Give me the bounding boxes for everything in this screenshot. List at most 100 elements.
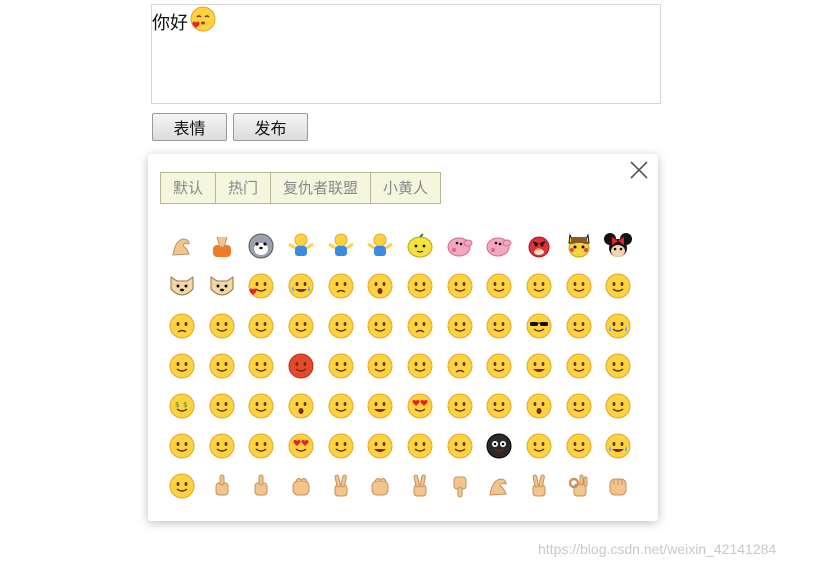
emoji-item[interactable] [281,426,321,466]
emoji-item[interactable] [559,266,599,306]
emoji-item[interactable] [480,266,520,306]
emoji-item[interactable] [281,226,321,266]
emoji-item[interactable] [480,386,520,426]
emoji-item[interactable] [519,346,559,386]
emoji-item[interactable] [360,226,400,266]
close-icon[interactable] [628,159,650,181]
emoji-item[interactable] [202,226,242,266]
emoji-item[interactable] [400,466,440,506]
emoji-item[interactable] [360,466,400,506]
emoji-item[interactable] [480,346,520,386]
emoji-item[interactable] [559,426,599,466]
emoji-item[interactable] [599,226,639,266]
emoji-item[interactable] [241,426,281,466]
emoji-item[interactable] [360,426,400,466]
emoji-item[interactable] [599,266,639,306]
emoji-item[interactable] [519,426,559,466]
emoji-item[interactable] [162,266,202,306]
emoji-item[interactable] [281,346,321,386]
emoji-item[interactable] [281,266,321,306]
emoji-item[interactable] [241,466,281,506]
emoji-item[interactable] [440,306,480,346]
emoji-item[interactable] [202,346,242,386]
tab-minions[interactable]: 小黄人 [370,173,440,203]
emoji-item[interactable] [559,466,599,506]
emoji-item[interactable] [202,306,242,346]
emoji-button[interactable]: 表情 [152,113,227,141]
emoji-item[interactable] [440,266,480,306]
emoji-item[interactable] [360,346,400,386]
emoji-item[interactable] [162,306,202,346]
emoji-item[interactable] [360,266,400,306]
emoji-item[interactable] [241,306,281,346]
emoji-item[interactable] [241,226,281,266]
emoji-item[interactable] [599,306,639,346]
pleased-face-icon [407,433,433,459]
emoji-item[interactable] [162,346,202,386]
emoji-item[interactable] [321,306,361,346]
emoji-item[interactable] [360,386,400,426]
emoji-item[interactable] [400,386,440,426]
emoji-item[interactable] [281,386,321,426]
emoji-item[interactable] [400,266,440,306]
emoji-item[interactable] [440,226,480,266]
emoji-item[interactable] [281,306,321,346]
tongue-face-icon [248,313,274,339]
emoji-item[interactable] [241,386,281,426]
emoji-item[interactable] [519,306,559,346]
emoji-item[interactable] [599,426,639,466]
emoji-item[interactable] [480,306,520,346]
emoji-item[interactable] [162,426,202,466]
mask-face-icon [447,393,473,419]
emoji-item[interactable] [400,226,440,266]
emoji-item[interactable] [519,226,559,266]
emoji-item[interactable] [400,426,440,466]
emoji-item[interactable] [480,226,520,266]
emoji-item[interactable] [519,466,559,506]
emoji-item[interactable] [519,266,559,306]
emoji-item[interactable] [241,346,281,386]
lemon-face-icon [407,233,433,258]
surprised-face-icon [526,393,552,419]
emoji-item[interactable] [241,266,281,306]
emoji-item[interactable] [480,426,520,466]
tab-avengers[interactable]: 复仇者联盟 [270,173,370,203]
emoji-item[interactable] [321,226,361,266]
emoji-item[interactable] [599,386,639,426]
emoji-item[interactable] [440,426,480,466]
emoji-item[interactable] [519,386,559,426]
emoji-item[interactable] [321,386,361,426]
emoji-item[interactable] [162,466,202,506]
emoji-item[interactable] [321,426,361,466]
emoji-item[interactable] [599,346,639,386]
message-editor[interactable]: 你好 [151,4,661,104]
emoji-item[interactable] [281,466,321,506]
emoji-item[interactable] [440,386,480,426]
emoji-item[interactable] [162,226,202,266]
thumbs-down-icon [453,476,467,498]
emoji-item[interactable] [559,386,599,426]
emoji-item[interactable] [440,466,480,506]
emoji-item[interactable] [202,266,242,306]
emoji-item[interactable] [440,346,480,386]
emoji-item[interactable] [360,306,400,346]
emoji-item[interactable] [559,306,599,346]
smile-face-icon [248,353,274,379]
emoji-item[interactable] [559,226,599,266]
emoji-item[interactable] [599,466,639,506]
emoji-item[interactable] [321,466,361,506]
emoji-item[interactable] [321,346,361,386]
tab-hot[interactable]: 热门 [215,173,270,203]
emoji-item[interactable] [480,466,520,506]
emoji-item[interactable] [202,466,242,506]
emoji-item[interactable] [202,386,242,426]
emoji-item[interactable] [321,266,361,306]
smug-face-icon [169,473,195,499]
publish-button[interactable]: 发布 [233,113,308,141]
emoji-item[interactable] [202,426,242,466]
emoji-item[interactable] [400,346,440,386]
emoji-item[interactable] [400,306,440,346]
emoji-item[interactable]: $ $ [162,386,202,426]
tab-default[interactable]: 默认 [161,173,215,203]
emoji-item[interactable] [559,346,599,386]
